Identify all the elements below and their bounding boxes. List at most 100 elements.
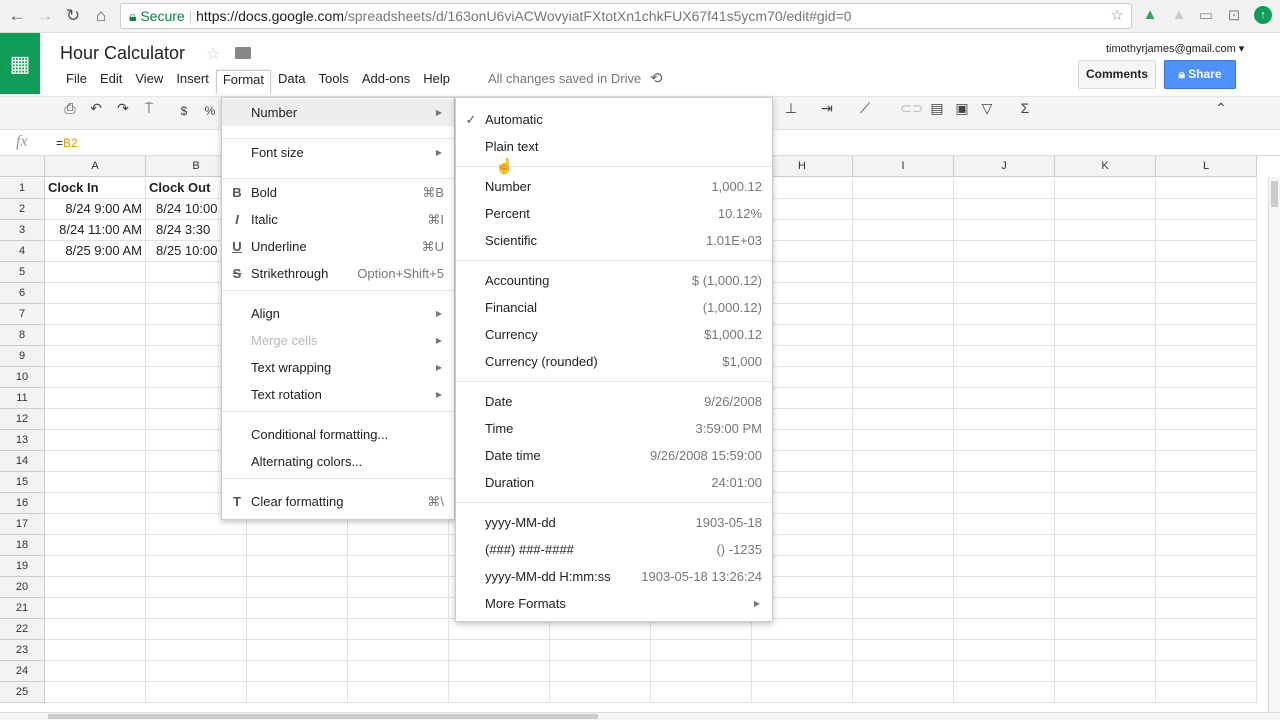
cell-A24[interactable] xyxy=(45,661,146,682)
menu-item-clear-formatting[interactable]: T Clear formatting ⌘\ xyxy=(222,488,454,515)
row-header-8[interactable]: 8 xyxy=(0,325,45,346)
cell-I7[interactable] xyxy=(853,304,954,325)
save-status[interactable]: All changes saved in Drive xyxy=(488,71,641,86)
cell-L2[interactable] xyxy=(1156,199,1257,220)
cell-G23[interactable] xyxy=(651,640,752,661)
row-header-1[interactable]: 1 xyxy=(0,178,45,199)
cell-L23[interactable] xyxy=(1156,640,1257,661)
cell-L6[interactable] xyxy=(1156,283,1257,304)
cell-B23[interactable] xyxy=(146,640,247,661)
text-wrap-icon[interactable]: ⇥ xyxy=(817,100,837,117)
menu-item-underline[interactable]: U Underline ⌘U xyxy=(222,233,454,260)
folder-icon[interactable] xyxy=(235,47,251,59)
number-format-currency-rounded[interactable]: Currency (rounded) $1,000 xyxy=(456,348,772,375)
cell-E25[interactable] xyxy=(449,682,550,703)
cell-A8[interactable] xyxy=(45,325,146,346)
update-icon[interactable]: ↑ xyxy=(1254,6,1272,24)
cell-G24[interactable] xyxy=(651,661,752,682)
cell-J6[interactable] xyxy=(954,283,1055,304)
cell-A15[interactable] xyxy=(45,472,146,493)
row-header-5[interactable]: 5 xyxy=(0,262,45,283)
vertical-scrollbar[interactable] xyxy=(1268,177,1280,712)
cell-I16[interactable] xyxy=(853,493,954,514)
address-bar[interactable]: 🔒︎ Secure | https://docs.google.com/spre… xyxy=(120,3,1132,29)
cell-K8[interactable] xyxy=(1055,325,1156,346)
number-format-plain-text[interactable]: Plain text xyxy=(456,133,772,160)
cell-A7[interactable] xyxy=(45,304,146,325)
cell-B24[interactable] xyxy=(146,661,247,682)
cell-C18[interactable] xyxy=(247,535,348,556)
cell-J20[interactable] xyxy=(954,577,1055,598)
cell-I22[interactable] xyxy=(853,619,954,640)
reload-icon[interactable]: ↻ xyxy=(62,6,84,26)
cell-A21[interactable] xyxy=(45,598,146,619)
row-header-24[interactable]: 24 xyxy=(0,661,45,682)
drive-icon[interactable]: ▲ xyxy=(1141,6,1159,24)
cell-C21[interactable] xyxy=(247,598,348,619)
cell-J12[interactable] xyxy=(954,409,1055,430)
cell-J11[interactable] xyxy=(954,388,1055,409)
column-header-K[interactable]: K xyxy=(1055,156,1156,177)
cell-K10[interactable] xyxy=(1055,367,1156,388)
row-header-11[interactable]: 11 xyxy=(0,388,45,409)
cell-D20[interactable] xyxy=(348,577,449,598)
cell-L11[interactable] xyxy=(1156,388,1257,409)
cell-I20[interactable] xyxy=(853,577,954,598)
menu-item-conditional-formatting[interactable]: Conditional formatting... xyxy=(222,421,454,448)
menu-item-font-size[interactable]: Font size ▶ xyxy=(222,139,454,166)
cell-I24[interactable] xyxy=(853,661,954,682)
cell-I4[interactable] xyxy=(853,241,954,262)
functions-icon[interactable]: Σ xyxy=(1015,100,1035,116)
cell-F24[interactable] xyxy=(550,661,651,682)
cell-J3[interactable] xyxy=(954,220,1055,241)
cell-I5[interactable] xyxy=(853,262,954,283)
cell-A20[interactable] xyxy=(45,577,146,598)
row-header-7[interactable]: 7 xyxy=(0,304,45,325)
cell-B25[interactable] xyxy=(146,682,247,703)
cell-L15[interactable] xyxy=(1156,472,1257,493)
cell-I17[interactable] xyxy=(853,514,954,535)
share-button[interactable]: 🔒︎ Share xyxy=(1164,60,1236,89)
row-header-23[interactable]: 23 xyxy=(0,640,45,661)
cell-K16[interactable] xyxy=(1055,493,1156,514)
menu-item-bold[interactable]: B Bold ⌘B xyxy=(222,179,454,206)
cell-A23[interactable] xyxy=(45,640,146,661)
cell-J19[interactable] xyxy=(954,556,1055,577)
cell-J10[interactable] xyxy=(954,367,1055,388)
cell-B19[interactable] xyxy=(146,556,247,577)
cell-J22[interactable] xyxy=(954,619,1055,640)
cell-J18[interactable] xyxy=(954,535,1055,556)
history-icon[interactable]: ⟲ xyxy=(650,69,663,87)
cell-L22[interactable] xyxy=(1156,619,1257,640)
menu-tools[interactable]: Tools xyxy=(312,70,354,90)
cell-J24[interactable] xyxy=(954,661,1055,682)
star-icon[interactable]: ☆ xyxy=(206,44,220,64)
drive-gray-icon[interactable]: ▲ xyxy=(1170,6,1188,24)
cell-G22[interactable] xyxy=(651,619,752,640)
row-header-10[interactable]: 10 xyxy=(0,367,45,388)
row-header-14[interactable]: 14 xyxy=(0,451,45,472)
cell-L9[interactable] xyxy=(1156,346,1257,367)
cell-I6[interactable] xyxy=(853,283,954,304)
row-header-22[interactable]: 22 xyxy=(0,619,45,640)
row-header-13[interactable]: 13 xyxy=(0,430,45,451)
cell-K9[interactable] xyxy=(1055,346,1156,367)
cell-L4[interactable] xyxy=(1156,241,1257,262)
number-format-time[interactable]: Time 3:59:00 PM xyxy=(456,415,772,442)
cell-I9[interactable] xyxy=(853,346,954,367)
formula-input[interactable]: =B2 xyxy=(56,136,78,150)
collapse-icon[interactable]: ⌃ xyxy=(1211,100,1231,117)
doc-title[interactable]: Hour Calculator xyxy=(60,43,185,64)
cell-J15[interactable] xyxy=(954,472,1055,493)
cell-A12[interactable] xyxy=(45,409,146,430)
cell-A2[interactable]: 8/24 9:00 AM xyxy=(45,199,146,220)
cell-J8[interactable] xyxy=(954,325,1055,346)
currency-format-button[interactable]: $ xyxy=(174,104,194,118)
cell-L24[interactable] xyxy=(1156,661,1257,682)
cell-K7[interactable] xyxy=(1055,304,1156,325)
cell-A19[interactable] xyxy=(45,556,146,577)
row-header-3[interactable]: 3 xyxy=(0,220,45,241)
row-header-4[interactable]: 4 xyxy=(0,241,45,262)
redo-icon[interactable]: ↷ xyxy=(113,100,133,117)
cell-K23[interactable] xyxy=(1055,640,1156,661)
